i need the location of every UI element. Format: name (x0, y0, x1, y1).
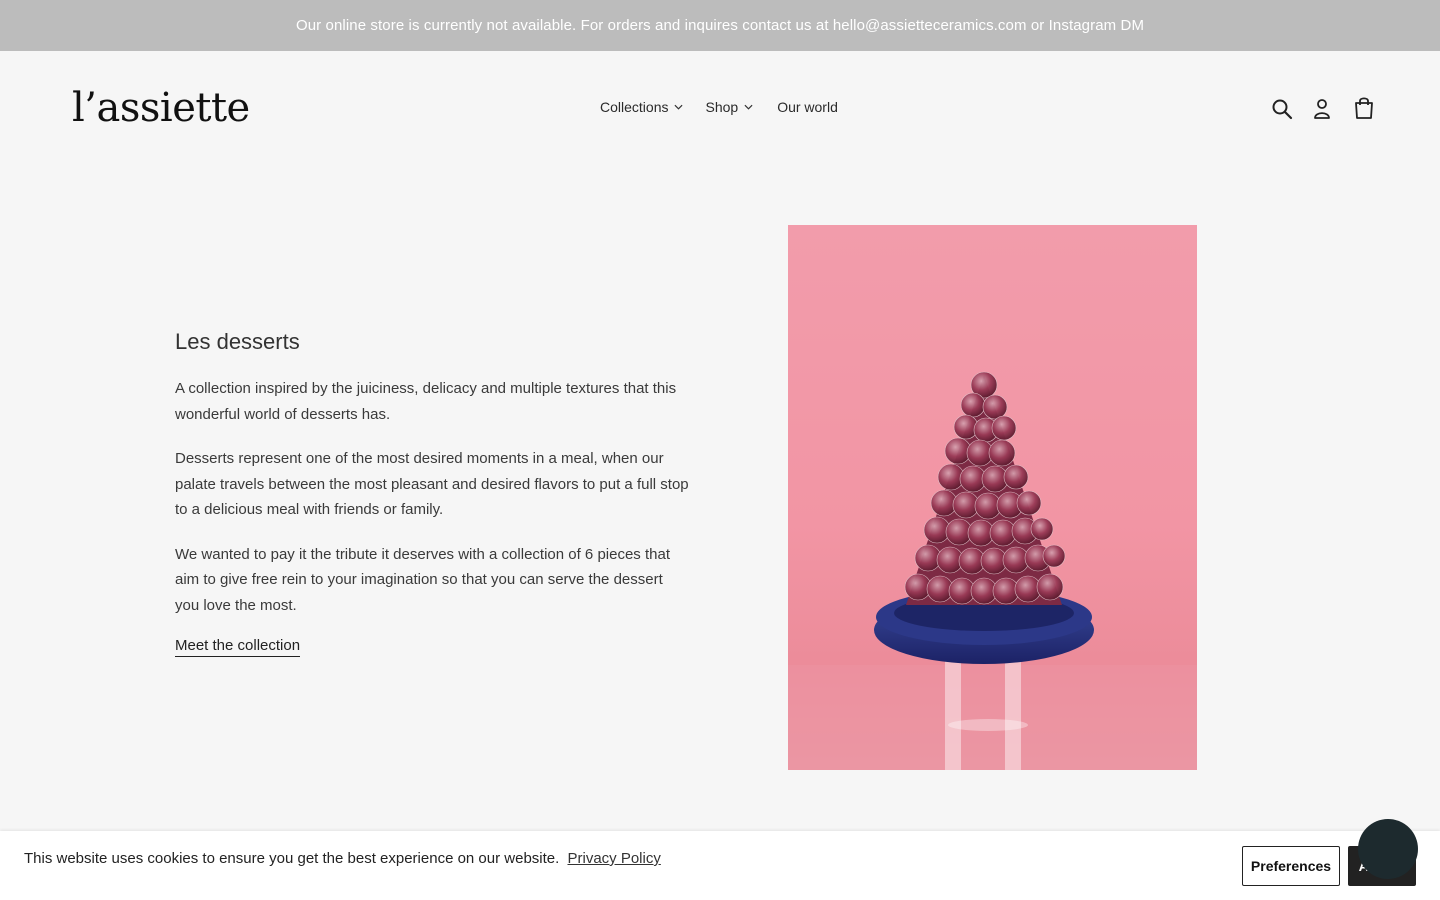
raspberry-tower-illustration (788, 371, 1197, 770)
collection-intro: Les desserts A collection inspired by th… (175, 328, 690, 657)
nav-collections[interactable]: Collections (600, 99, 683, 115)
announcement-text: Our online store is currently not availa… (295, 17, 1145, 34)
collection-title: Les desserts (175, 329, 300, 354)
nav-our-world[interactable]: Our world (777, 99, 838, 115)
cart-icon[interactable] (1353, 96, 1375, 120)
chevron-down-icon (674, 104, 683, 110)
search-icon[interactable] (1271, 98, 1293, 120)
cookie-message: This website uses cookies to ensure you … (24, 850, 661, 867)
dessert-photo (788, 225, 1197, 770)
nav-shop[interactable]: Shop (705, 99, 753, 115)
collection-paragraph: Desserts represent one of the most desir… (175, 450, 689, 518)
nav-shop-label: Shop (705, 99, 739, 115)
privacy-policy-link[interactable]: Privacy Policy (567, 850, 660, 867)
collection-paragraph: A collection inspired by the juiciness, … (175, 380, 677, 423)
cookie-banner: This website uses cookies to ensure you … (0, 831, 1440, 900)
nav-our-world-label: Our world (777, 99, 838, 115)
cookie-preferences-button[interactable]: Preferences (1242, 846, 1340, 886)
announcement-bar: Our online store is currently not availa… (0, 0, 1440, 51)
logo[interactable]: l’assiette (72, 85, 250, 131)
main-nav: Collections Shop Our world (600, 99, 838, 115)
site-header: l’assiette Collections Shop Our world (0, 51, 1440, 166)
chevron-down-icon (744, 104, 753, 110)
collection-paragraph: We wanted to pay it the tribute it deser… (175, 545, 670, 614)
nav-collections-label: Collections (600, 99, 669, 115)
meet-collection-link[interactable]: Meet the collection (175, 636, 301, 657)
chat-widget-button[interactable] (1358, 819, 1418, 879)
account-icon[interactable] (1313, 98, 1331, 120)
cookie-text: This website uses cookies to ensure you … (24, 850, 560, 867)
